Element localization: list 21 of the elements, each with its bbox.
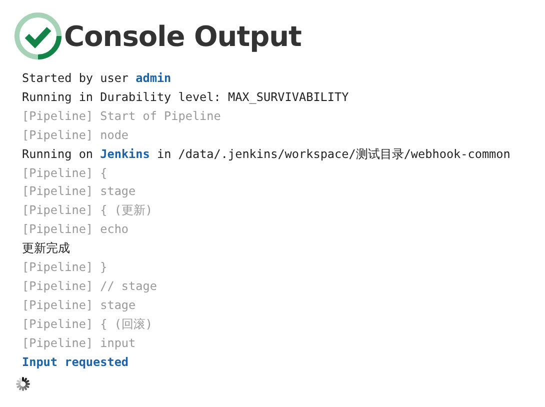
pipeline-log-line: [Pipeline] echo: [22, 221, 130, 238]
console-line: Started by user admin: [22, 70, 172, 87]
console-line: 更新完成: [22, 240, 71, 258]
pipeline-log-line: [Pipeline] {: [22, 164, 108, 182]
pipeline-log-line: [Pipeline] Start of Pipeline: [22, 108, 222, 125]
pipeline-log-line: [Pipeline] { (回滚): [22, 316, 154, 333]
loading-spinner-icon: [15, 376, 31, 392]
success-check-icon: [14, 12, 62, 60]
console-line: Running in Durability level: MAX_SURVIVABILITY: [22, 88, 350, 106]
pipeline-log-line: [Pipeline] input: [22, 334, 137, 352]
pipeline-log-line: [Pipeline] }: [22, 259, 108, 276]
pipeline-log-line: [Pipeline] // stage: [22, 278, 158, 295]
pipeline-log-line: [Pipeline] node: [22, 126, 130, 144]
pipeline-log-line: [Pipeline] stage: [22, 296, 137, 314]
pipeline-log-line: [Pipeline] stage: [22, 183, 137, 200]
console-link[interactable]: Input requested: [22, 354, 129, 369]
console-link[interactable]: admin: [136, 71, 172, 85]
page-title: Console Output: [64, 20, 302, 52]
pipeline-log-line: [Pipeline] { (更新): [22, 202, 154, 220]
console-link[interactable]: Jenkins: [100, 146, 150, 161]
console-line: Running on Jenkins in /data/.jenkins/workspace/测试目录/webhook-common: [22, 146, 512, 163]
